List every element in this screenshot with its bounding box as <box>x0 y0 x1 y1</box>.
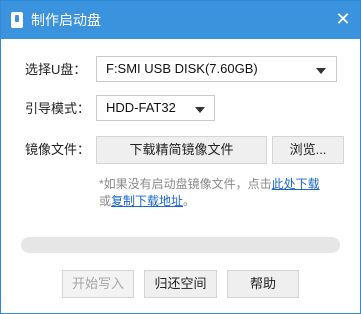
help-button[interactable]: 帮助 <box>227 270 299 298</box>
browse-button[interactable]: 浏览... <box>272 136 344 164</box>
copy-download-url-link[interactable]: 复制下载地址 <box>111 194 183 208</box>
download-image-button[interactable]: 下载精简镜像文件 <box>96 136 267 164</box>
download-hint: *如果没有启动盘镜像文件，点击此处下载或复制下载地址。 <box>99 176 349 210</box>
hint-prefix: *如果没有启动盘镜像文件，点击 <box>99 177 272 191</box>
hint-suffix: 。 <box>183 194 196 208</box>
usb-label: 选择U盘： <box>25 62 87 77</box>
window-title: 制作启动盘 <box>31 12 101 28</box>
close-icon[interactable]: ✕ <box>334 10 352 28</box>
title-bar[interactable]: 制作启动盘 ✕ <box>1 1 360 39</box>
image-file-label: 镜像文件： <box>25 142 91 157</box>
boot-mode-select[interactable]: HDD-FAT32 <box>96 95 215 121</box>
progress-bar <box>21 237 340 253</box>
boot-mode-select-value: HDD-FAT32 <box>106 100 176 115</box>
hint-middle: 或 <box>99 194 112 208</box>
make-boot-disk-dialog: 制作启动盘 ✕ 选择U盘： F:SMI USB DISK(7.60GB) 引导模… <box>0 0 361 314</box>
usb-select-value: F:SMI USB DISK(7.60GB) <box>106 61 258 76</box>
usb-drive-icon <box>11 12 23 28</box>
start-write-button[interactable]: 开始写入 <box>62 270 134 298</box>
restore-space-button[interactable]: 归还空间 <box>144 270 217 298</box>
chevron-down-icon <box>316 68 326 74</box>
usb-select[interactable]: F:SMI USB DISK(7.60GB) <box>96 56 337 82</box>
boot-mode-label: 引导模式： <box>25 101 91 116</box>
download-here-link[interactable]: 此处下载 <box>272 177 320 191</box>
chevron-down-icon <box>195 107 205 113</box>
